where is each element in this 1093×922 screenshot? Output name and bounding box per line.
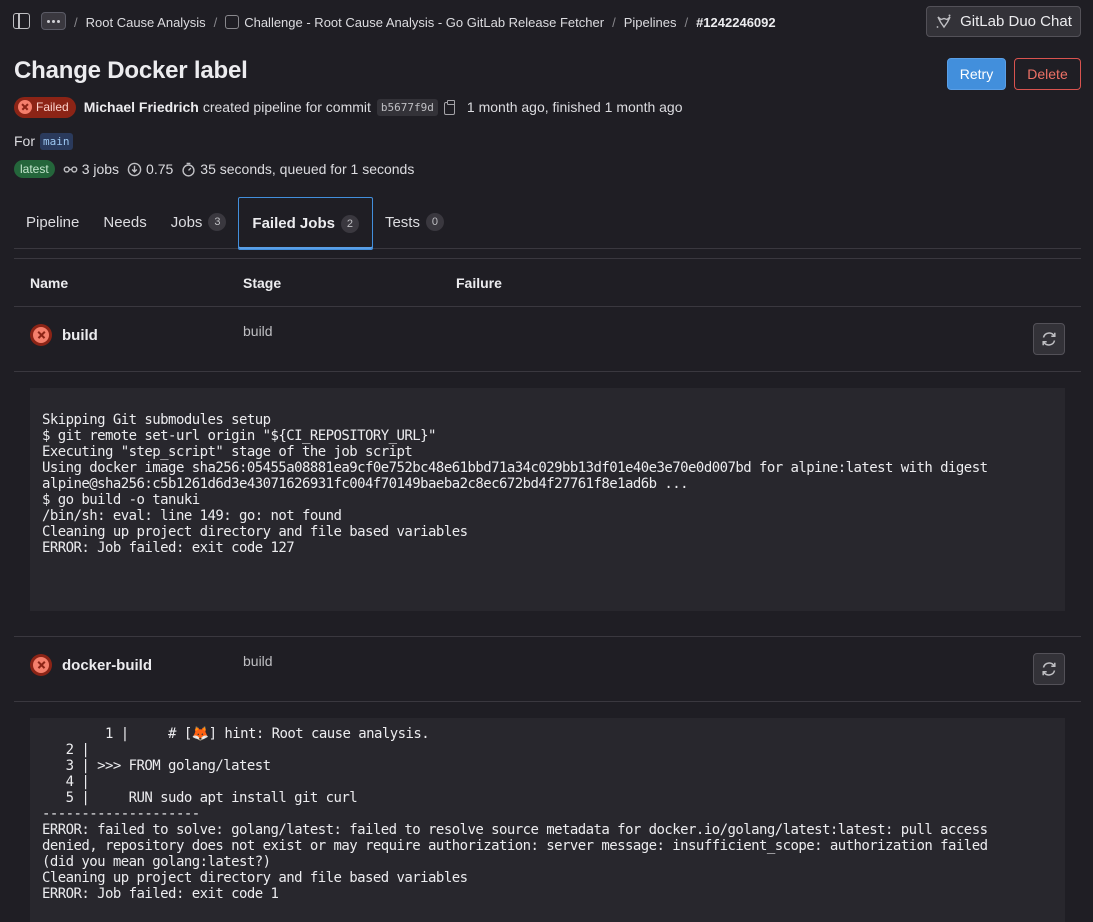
failed-status-icon bbox=[18, 100, 32, 114]
breadcrumb-item-pipeline-id[interactable]: #1242246092 bbox=[696, 15, 776, 30]
commit-sha-link[interactable]: b5677f9d bbox=[376, 98, 438, 116]
pipeline-tabs: Pipeline Needs Jobs 3 Failed Jobs 2 Tests 0 bbox=[14, 196, 1081, 250]
branch-row: For main bbox=[14, 130, 73, 152]
failed-status-icon[interactable] bbox=[30, 654, 52, 676]
coverage-icon bbox=[127, 162, 142, 176]
tanuki-ai-icon bbox=[936, 14, 951, 28]
breadcrumb-item-pipelines[interactable]: Pipelines bbox=[624, 15, 677, 30]
breadcrumb-item-project[interactable]: Challenge - Root Cause Analysis - Go Git… bbox=[225, 14, 604, 30]
duo-chat-button[interactable]: GitLab Duo Chat bbox=[926, 6, 1081, 37]
pipeline-icon bbox=[63, 165, 78, 173]
coverage-stat: 0.75 bbox=[127, 161, 173, 177]
table-row: build build bbox=[14, 307, 1081, 372]
failed-jobs-count-badge: 2 bbox=[340, 214, 359, 233]
failed-status-icon[interactable] bbox=[30, 324, 52, 346]
time-text: 1 month ago, finished 1 month ago bbox=[466, 99, 683, 115]
author-link[interactable]: Michael Friedrich bbox=[84, 99, 199, 115]
retry-button[interactable]: Retry bbox=[947, 58, 1006, 90]
branch-link[interactable]: main bbox=[40, 132, 73, 150]
tab-tests[interactable]: Tests 0 bbox=[373, 196, 456, 248]
latest-badge: latest bbox=[14, 160, 55, 178]
retry-icon bbox=[1042, 662, 1056, 676]
job-stage: build bbox=[243, 653, 273, 669]
job-log: Skipping Git submodules setup $ git remo… bbox=[30, 388, 1065, 611]
tab-failed-jobs[interactable]: Failed Jobs 2 bbox=[238, 197, 373, 250]
job-name-link[interactable]: build bbox=[62, 327, 98, 344]
page-title: Change Docker label bbox=[14, 57, 248, 84]
timer-icon bbox=[182, 162, 195, 177]
breadcrumb-item-group[interactable]: Root Cause Analysis bbox=[86, 15, 206, 30]
pipeline-stats: latest 3 jobs 0.75 35 seconds, queued fo… bbox=[14, 158, 416, 180]
duo-chat-label: GitLab Duo Chat bbox=[960, 13, 1072, 30]
column-header-name: Name bbox=[30, 275, 69, 291]
failed-jobs-table-header: Name Stage Failure bbox=[14, 258, 1081, 307]
jobs-stat: 3 jobs bbox=[63, 161, 119, 177]
column-header-stage: Stage bbox=[243, 275, 282, 291]
pipeline-meta: Failed Michael Friedrich created pipelin… bbox=[14, 96, 683, 118]
sidebar-toggle-icon[interactable] bbox=[13, 13, 30, 29]
for-label: For bbox=[14, 133, 35, 149]
retry-icon bbox=[1042, 332, 1056, 346]
delete-button[interactable]: Delete bbox=[1014, 58, 1081, 90]
tests-count-badge: 0 bbox=[425, 213, 444, 231]
jobs-count-badge: 3 bbox=[208, 213, 227, 231]
top-bar: / Root Cause Analysis / Challenge - Root… bbox=[0, 0, 1093, 44]
breadcrumb: / Root Cause Analysis / Challenge - Root… bbox=[74, 14, 776, 30]
job-name-link[interactable]: docker-build bbox=[62, 657, 152, 674]
breadcrumb-overflow-button[interactable] bbox=[41, 12, 66, 30]
tab-jobs[interactable]: Jobs 3 bbox=[159, 196, 239, 248]
table-row: docker-build build bbox=[14, 637, 1081, 702]
duration-stat: 35 seconds, queued for 1 seconds bbox=[181, 161, 414, 177]
column-header-failure: Failure bbox=[456, 275, 502, 291]
tab-needs[interactable]: Needs bbox=[91, 196, 158, 248]
retry-job-button[interactable] bbox=[1033, 323, 1065, 355]
project-icon bbox=[225, 14, 240, 29]
status-badge[interactable]: Failed bbox=[14, 96, 76, 118]
action-text: created pipeline for commit bbox=[202, 99, 371, 115]
copy-icon[interactable] bbox=[443, 99, 457, 115]
job-log: 1 | # [🦊] hint: Root cause analysis. 2 |… bbox=[30, 718, 1065, 922]
tab-pipeline[interactable]: Pipeline bbox=[14, 196, 91, 248]
job-stage: build bbox=[243, 323, 273, 339]
retry-job-button[interactable] bbox=[1033, 653, 1065, 685]
